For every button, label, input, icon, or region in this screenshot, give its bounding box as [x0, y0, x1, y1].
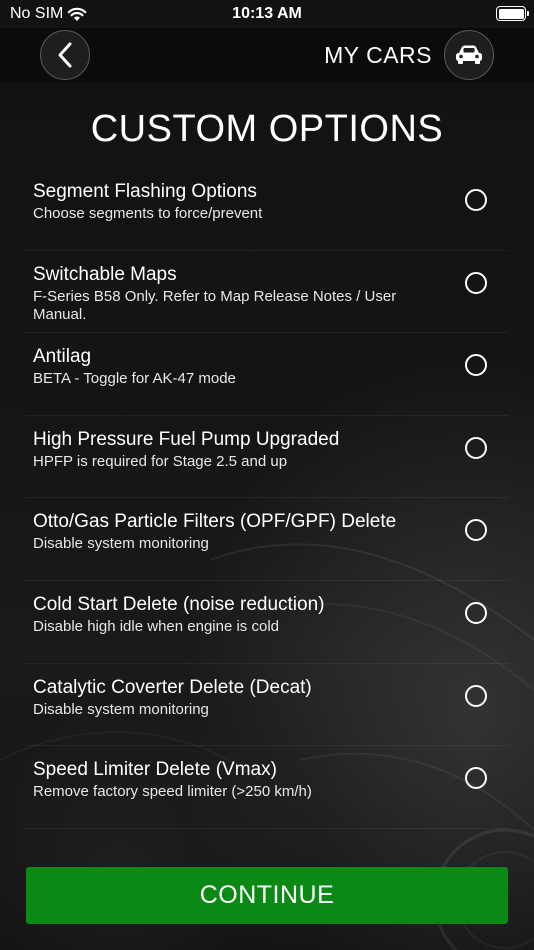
custom-options-screen: No SIM 10:13 AM MY CARS CUSTOM OPTIONS S… — [0, 0, 534, 950]
option-decat[interactable]: Catalytic Coverter Delete (Decat) Disabl… — [25, 664, 509, 747]
my-cars-link[interactable]: MY CARS — [324, 42, 432, 69]
back-button[interactable] — [40, 30, 90, 80]
option-subtitle: Remove factory speed limiter (>250 km/h) — [33, 783, 312, 801]
status-bar: No SIM 10:13 AM — [0, 0, 534, 28]
option-subtitle: HPFP is required for Stage 2.5 and up — [33, 452, 288, 470]
option-subtitle: Choose segments to force/prevent — [33, 205, 263, 222]
option-subtitle: Disable system monitoring — [33, 535, 209, 553]
option-radio[interactable] — [465, 436, 487, 459]
option-subtitle: F-Series B58 Only. Refer to Map Release … — [33, 287, 397, 323]
option-subtitle: BETA - Toggle for AK-47 mode — [33, 370, 236, 388]
page-title: CUSTOM OPTIONS — [90, 108, 444, 150]
option-radio[interactable] — [465, 601, 487, 624]
option-switchable-maps[interactable]: Switchable Maps F-Series B58 Only. Refer… — [25, 251, 509, 334]
option-title: Otto/Gas Particle Filters (OPF/GPF) Dele… — [33, 511, 397, 533]
option-radio[interactable] — [465, 519, 487, 542]
option-title: Speed Limiter Delete (Vmax) — [33, 759, 277, 781]
options-list: Segment Flashing Options Choose segments… — [25, 168, 509, 829]
option-subtitle: Disable system monitoring — [33, 700, 209, 718]
status-time: 10:13 AM — [232, 5, 302, 22]
option-radio[interactable] — [465, 684, 487, 707]
option-title: High Pressure Fuel Pump Upgraded — [33, 428, 340, 450]
option-title: Antilag — [33, 346, 92, 368]
option-title: Segment Flashing Options — [33, 181, 257, 202]
option-opf-gpf-delete[interactable]: Otto/Gas Particle Filters (OPF/GPF) Dele… — [25, 498, 509, 581]
my-cars-button[interactable] — [444, 30, 494, 80]
option-subtitle: Disable high idle when engine is cold — [33, 617, 279, 635]
option-title: Catalytic Coverter Delete (Decat) — [33, 676, 312, 698]
continue-button[interactable]: CONTINUE — [26, 867, 508, 924]
option-cold-start-delete[interactable]: Cold Start Delete (noise reduction) Disa… — [25, 581, 509, 664]
option-radio[interactable] — [465, 271, 487, 294]
option-radio[interactable] — [465, 189, 487, 211]
battery-icon — [496, 6, 529, 21]
option-title: Cold Start Delete (noise reduction) — [33, 593, 325, 615]
option-hpfp-upgraded[interactable]: High Pressure Fuel Pump Upgraded HPFP is… — [25, 416, 509, 499]
status-right — [496, 6, 529, 21]
nav-bar: MY CARS — [0, 28, 534, 82]
option-vmax-delete[interactable]: Speed Limiter Delete (Vmax) Remove facto… — [25, 746, 509, 829]
chevron-left-icon — [58, 42, 72, 68]
car-icon — [456, 45, 482, 64]
option-radio[interactable] — [465, 767, 487, 790]
option-title: Switchable Maps — [33, 263, 177, 285]
option-radio[interactable] — [465, 354, 487, 377]
option-segment-flashing[interactable]: Segment Flashing Options Choose segments… — [25, 168, 509, 251]
option-antilag[interactable]: Antilag BETA - Toggle for AK-47 mode — [25, 333, 509, 416]
